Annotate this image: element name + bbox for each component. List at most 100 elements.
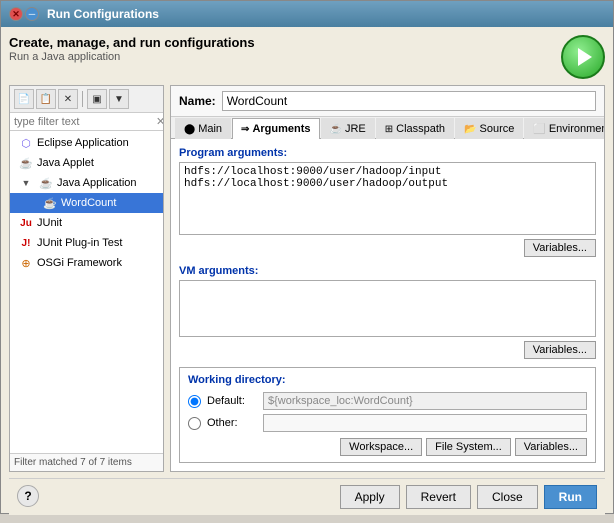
- other-radio-label: Other:: [207, 417, 257, 429]
- close-button[interactable]: Close: [477, 485, 538, 509]
- working-dir-section: Working directory: Default: Other:: [179, 367, 596, 463]
- program-args-label: Program arguments:: [179, 147, 596, 159]
- main-tab-icon: ⬤: [184, 124, 195, 135]
- tab-source[interactable]: 📂 Source: [455, 118, 523, 139]
- tree-item-wordcount[interactable]: ☕ WordCount: [10, 193, 163, 213]
- tab-main-label: Main: [198, 123, 222, 135]
- bottom-action-buttons: Apply Revert Close Run: [45, 485, 597, 509]
- variables-row-2: Variables...: [179, 341, 596, 359]
- workspace-button[interactable]: Workspace...: [340, 438, 422, 456]
- jre-tab-icon: ☕: [330, 124, 342, 135]
- default-radio-label: Default:: [207, 395, 257, 407]
- tree-item-osgi[interactable]: ⊕ OSGi Framework: [10, 253, 163, 273]
- tab-jre[interactable]: ☕ JRE: [321, 118, 375, 139]
- config-content: Program arguments: hdfs://localhost:9000…: [171, 139, 604, 471]
- filter-box: ✕: [10, 113, 163, 131]
- run-button[interactable]: Run: [544, 485, 597, 509]
- run-large-button[interactable]: [561, 35, 605, 79]
- sidebar: 📄 📋 ✕ ▣ ▼ ✕ ⬡ Eclipse Application: [9, 85, 164, 472]
- name-label: Name:: [179, 94, 216, 108]
- header-area: Create, manage, and run configurations R…: [9, 35, 605, 79]
- filter-clear-button[interactable]: ✕: [156, 115, 164, 128]
- osgi-icon: ⊕: [18, 255, 34, 271]
- bottom-bar: ? Apply Revert Close Run: [9, 478, 605, 515]
- program-args-wrapper: hdfs://localhost:9000/user/hadoop/input …: [179, 162, 596, 235]
- tree-item-java-applet[interactable]: ☕ Java Applet: [10, 153, 163, 173]
- tab-arguments-label: Arguments: [252, 123, 310, 135]
- classpath-tab-icon: ⊞: [385, 124, 393, 135]
- other-dir-input[interactable]: [263, 414, 587, 432]
- default-radio[interactable]: [188, 395, 201, 408]
- title-bar-controls: ✕ ─: [9, 7, 39, 21]
- tree-item-label: Java Application: [57, 177, 137, 189]
- other-radio[interactable]: [188, 417, 201, 430]
- name-input[interactable]: [222, 91, 596, 111]
- filter-input[interactable]: [14, 116, 156, 128]
- close-window-button[interactable]: ✕: [9, 7, 23, 21]
- title-bar: ✕ ─ Run Configurations: [1, 1, 613, 27]
- name-bar: Name:: [171, 86, 604, 117]
- tab-jre-label: JRE: [345, 123, 366, 135]
- minimize-window-button[interactable]: ─: [25, 7, 39, 21]
- eclipse-icon: ⬡: [18, 135, 34, 151]
- tab-environment-label: Environment: [549, 123, 605, 135]
- tree-item-junit[interactable]: Ju JUnit: [10, 213, 163, 233]
- variables-button-1[interactable]: Variables...: [524, 239, 596, 257]
- header-title: Create, manage, and run configurations: [9, 35, 561, 50]
- filter1-button[interactable]: ▣: [87, 89, 107, 109]
- wordcount-icon: ☕: [42, 195, 58, 211]
- filter2-button[interactable]: ▼: [109, 89, 129, 109]
- header-subtitle: Run a Java application: [9, 51, 561, 63]
- tree-item-eclipse-application[interactable]: ⬡ Eclipse Application: [10, 133, 163, 153]
- right-panel: Name: ⬤ Main ⇒ Arguments ☕ JRE: [170, 85, 605, 472]
- tree-item-label: Eclipse Application: [37, 137, 129, 149]
- tree-item-label: OSGi Framework: [37, 257, 122, 269]
- tab-classpath[interactable]: ⊞ Classpath: [376, 118, 454, 139]
- source-tab-icon: 📂: [464, 124, 476, 135]
- tree-item-label: JUnit Plug-in Test: [37, 237, 122, 249]
- revert-button[interactable]: Revert: [406, 485, 471, 509]
- vm-args-label: VM arguments:: [179, 265, 596, 277]
- toolbar-separator: [82, 91, 83, 107]
- default-dir-input: [263, 392, 587, 410]
- window-body: Create, manage, and run configurations R…: [1, 27, 613, 523]
- tab-arguments[interactable]: ⇒ Arguments: [232, 118, 319, 139]
- tree-item-label: WordCount: [61, 197, 116, 209]
- junit-icon: Ju: [18, 215, 34, 231]
- tab-classpath-label: Classpath: [396, 123, 445, 135]
- tree-item-junit-plugin[interactable]: J! JUnit Plug-in Test: [10, 233, 163, 253]
- variables-button-3[interactable]: Variables...: [515, 438, 587, 456]
- tab-main[interactable]: ⬤ Main: [175, 118, 231, 139]
- plugin-icon: J!: [18, 235, 34, 251]
- run-configurations-window: ✕ ─ Run Configurations Create, manage, a…: [0, 0, 614, 514]
- main-content: 📄 📋 ✕ ▣ ▼ ✕ ⬡ Eclipse Application: [9, 85, 605, 472]
- copy-config-button[interactable]: 📋: [36, 89, 56, 109]
- tree-area: ⬡ Eclipse Application ☕ Java Applet ▼ ☕ …: [10, 131, 163, 453]
- vm-args-input[interactable]: [180, 281, 595, 333]
- other-radio-row: Other:: [188, 414, 587, 432]
- sidebar-toolbar: 📄 📋 ✕ ▣ ▼: [10, 86, 163, 113]
- tree-item-label: JUnit: [37, 217, 62, 229]
- variables-button-2[interactable]: Variables...: [524, 341, 596, 359]
- sidebar-footer: Filter matched 7 of 7 items: [10, 453, 163, 471]
- program-args-input[interactable]: hdfs://localhost:9000/user/hadoop/input …: [180, 163, 595, 231]
- arguments-tab-icon: ⇒: [241, 124, 249, 135]
- tab-environment[interactable]: ⬜ Environment: [524, 118, 605, 139]
- dir-buttons: Workspace... File System... Variables...: [188, 438, 587, 456]
- expand-icon: ▼: [18, 175, 34, 191]
- default-radio-row: Default:: [188, 392, 587, 410]
- variables-row-1: Variables...: [179, 239, 596, 257]
- java-app-icon: ☕: [38, 175, 54, 191]
- window-title: Run Configurations: [47, 7, 159, 21]
- new-config-button[interactable]: 📄: [14, 89, 34, 109]
- applet-icon: ☕: [18, 155, 34, 171]
- help-button[interactable]: ?: [17, 485, 39, 507]
- filesystem-button[interactable]: File System...: [426, 438, 511, 456]
- header-text-area: Create, manage, and run configurations R…: [9, 35, 561, 63]
- working-dir-header: Working directory:: [188, 374, 587, 386]
- apply-button[interactable]: Apply: [340, 485, 400, 509]
- tree-item-label: Java Applet: [37, 157, 94, 169]
- delete-config-button[interactable]: ✕: [58, 89, 78, 109]
- env-tab-icon: ⬜: [533, 124, 545, 135]
- tree-item-java-application[interactable]: ▼ ☕ Java Application: [10, 173, 163, 193]
